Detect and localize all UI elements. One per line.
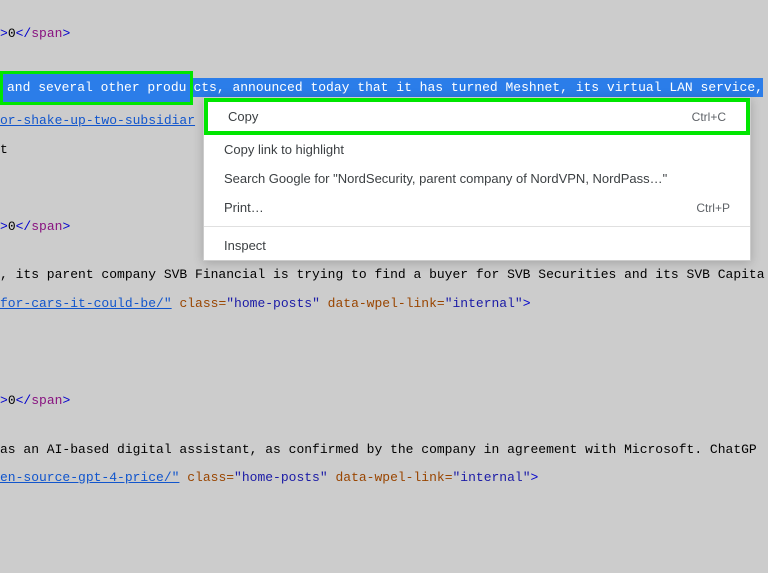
- menu-item-copy[interactable]: Copy Ctrl+C: [204, 98, 750, 135]
- menu-label: Copy link to highlight: [224, 142, 344, 157]
- menu-item-copy-link[interactable]: Copy link to highlight: [204, 135, 750, 164]
- link-fragment[interactable]: or-shake-up-two-subsidiar: [0, 113, 195, 128]
- menu-divider: [204, 226, 750, 227]
- context-menu: Copy Ctrl+C Copy link to highlight Searc…: [203, 97, 751, 261]
- code-line: >0</span>: [0, 387, 768, 416]
- selected-text-rest[interactable]: cts, announced today that it has turned …: [193, 78, 763, 97]
- link-fragment[interactable]: en-source-gpt-4-price/": [0, 470, 179, 485]
- menu-shortcut: Ctrl+C: [692, 110, 726, 124]
- menu-label: Search Google for "NordSecurity, parent …: [224, 171, 667, 186]
- selected-text-highlight[interactable]: and several other produ: [0, 71, 193, 106]
- menu-label: Inspect: [224, 238, 266, 253]
- menu-label: Copy: [228, 109, 258, 124]
- link-fragment[interactable]: for-cars-it-could-be/": [0, 296, 172, 311]
- menu-item-print[interactable]: Print… Ctrl+P: [204, 193, 750, 222]
- code-line: , its parent company SVB Financial is tr…: [0, 261, 768, 290]
- code-line: en-source-gpt-4-price/" class="home-post…: [0, 464, 768, 493]
- code-line: >0</span>: [0, 20, 768, 49]
- menu-item-search[interactable]: Search Google for "NordSecurity, parent …: [204, 164, 750, 193]
- menu-label: Print…: [224, 200, 264, 215]
- code-line: as an AI-based digital assistant, as con…: [0, 436, 768, 465]
- menu-item-inspect[interactable]: Inspect: [204, 231, 750, 260]
- menu-shortcut: Ctrl+P: [696, 201, 730, 215]
- code-line: for-cars-it-could-be/" class="home-posts…: [0, 290, 768, 319]
